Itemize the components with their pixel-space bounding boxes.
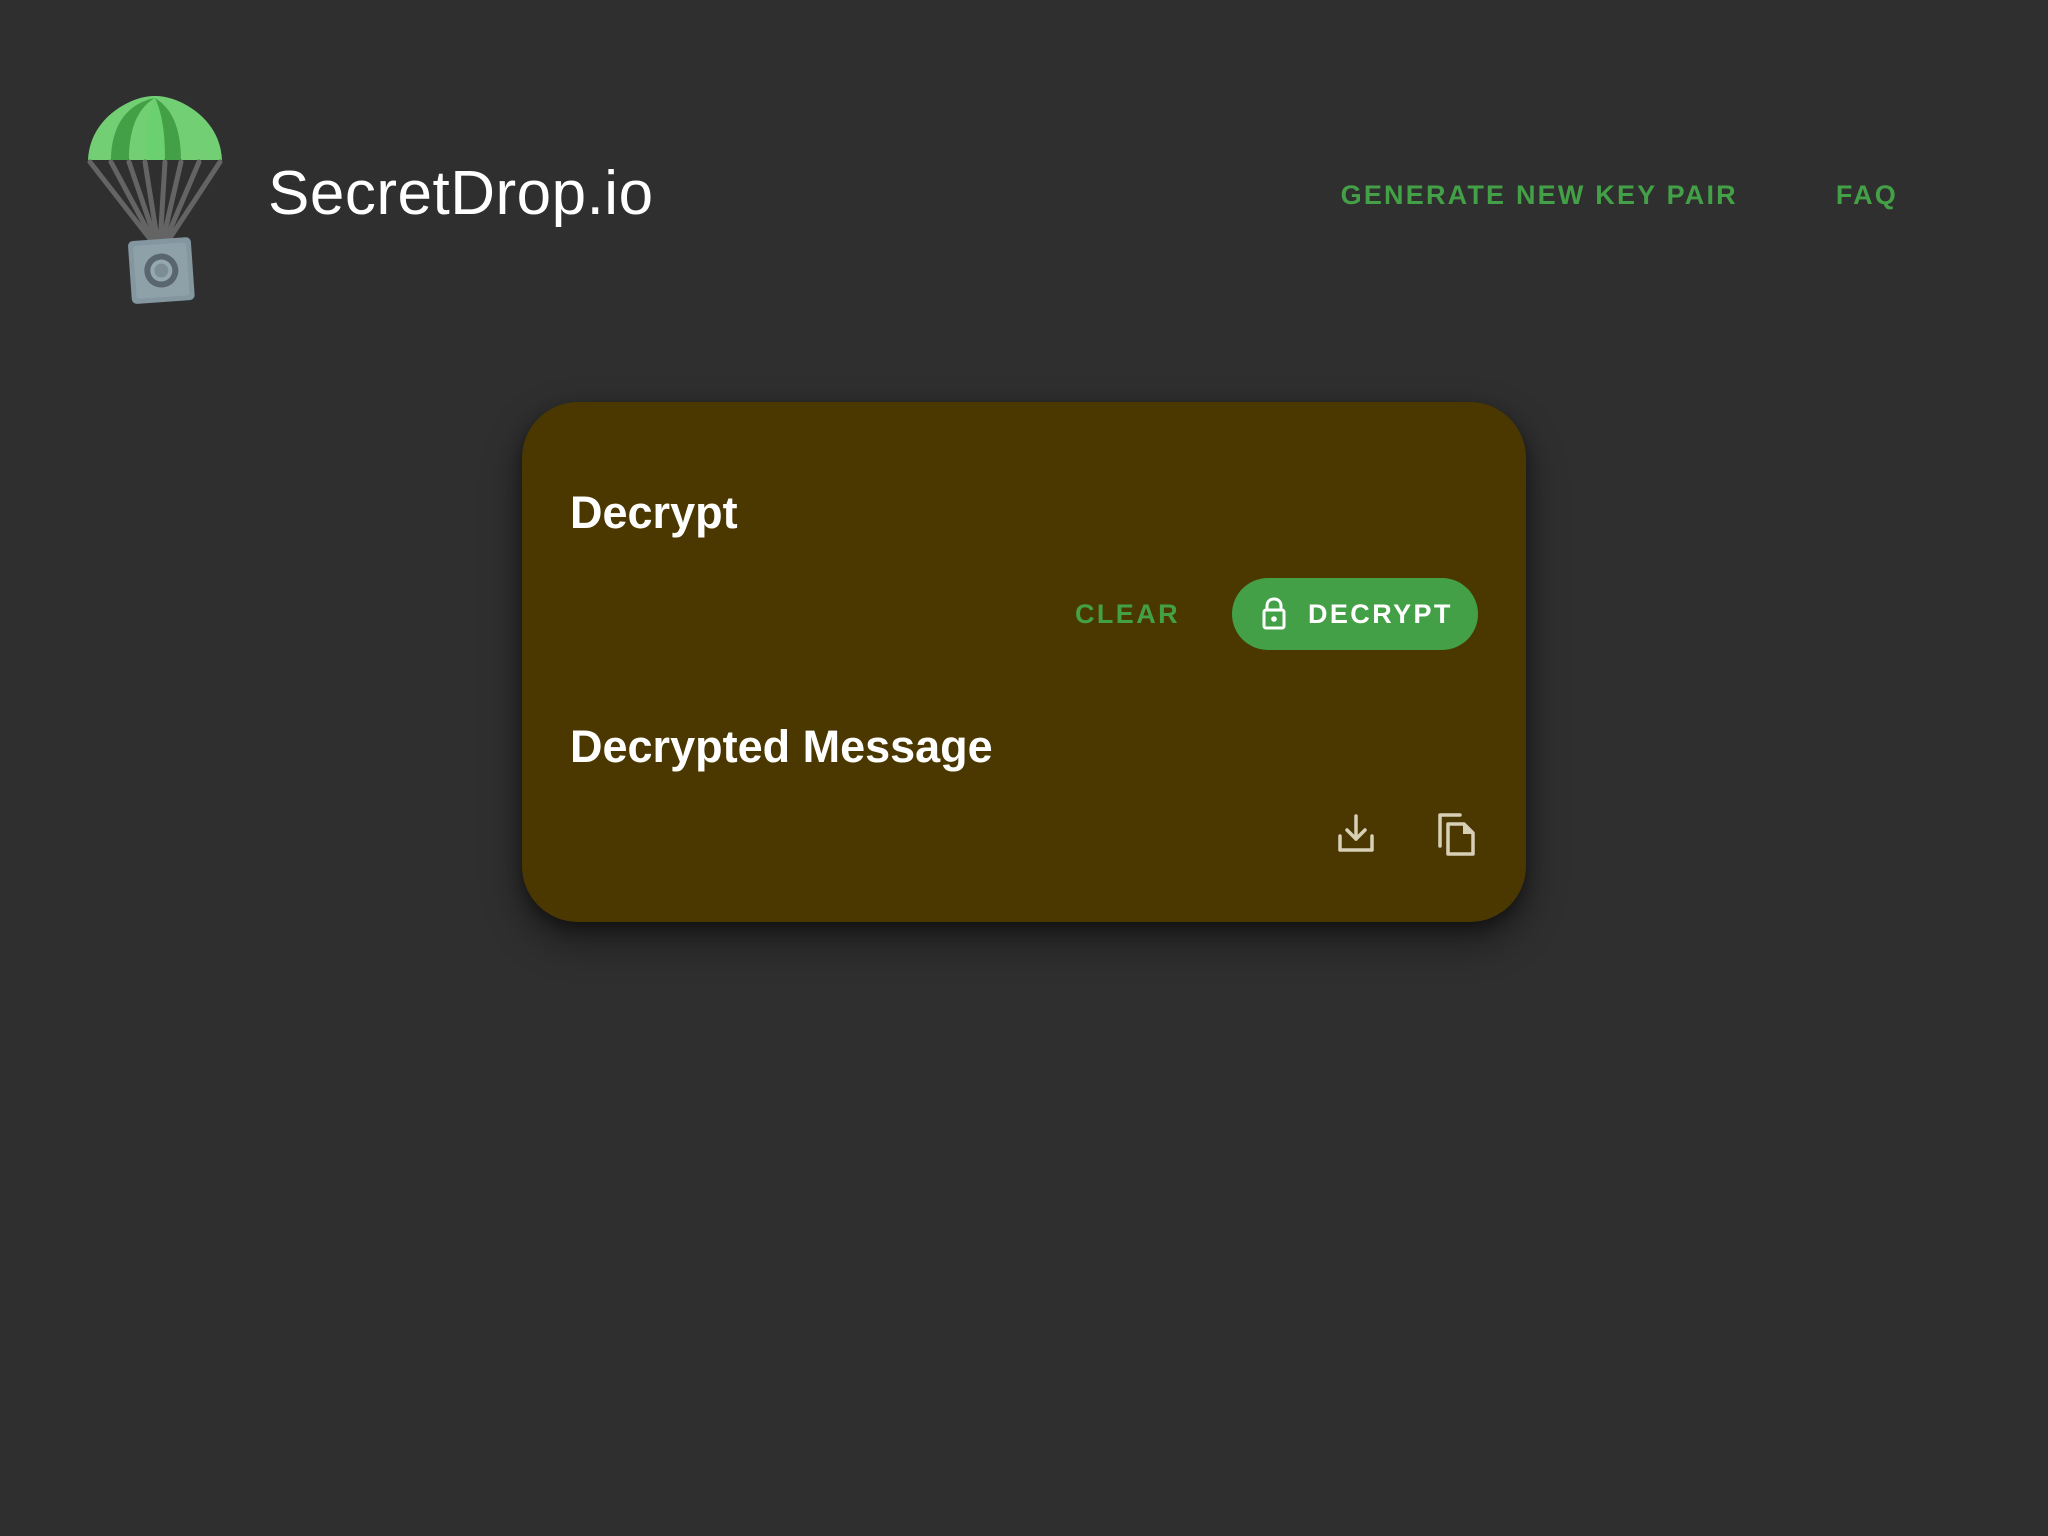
decrypt-actions: CLEAR DECRYPT xyxy=(1075,578,1478,650)
decrypt-section-title: Decrypt xyxy=(570,487,738,539)
lock-icon xyxy=(1262,597,1286,630)
app-header: SecretDrop.io GENERATE NEW KEY PAIR FAQ xyxy=(0,0,2048,320)
faq-link[interactable]: FAQ xyxy=(1836,180,1898,211)
top-navigation: GENERATE NEW KEY PAIR FAQ xyxy=(1341,180,1898,211)
copy-icon xyxy=(1438,813,1475,856)
download-icon xyxy=(1338,814,1374,852)
parachute-safe-icon xyxy=(87,95,223,304)
app-title: SecretDrop.io xyxy=(268,158,654,228)
clear-button[interactable]: CLEAR xyxy=(1075,599,1180,630)
decrypt-button-label: DECRYPT xyxy=(1308,598,1453,629)
copy-button[interactable] xyxy=(1432,810,1476,858)
decrypt-card: Decrypt CLEAR DECRYPT Decrypted Message xyxy=(522,402,1526,922)
secretdrop-page: SecretDrop.io GENERATE NEW KEY PAIR FAQ … xyxy=(0,0,2048,1536)
message-actions xyxy=(1334,810,1476,858)
generate-key-pair-link[interactable]: GENERATE NEW KEY PAIR xyxy=(1341,180,1738,211)
decrypted-message-title: Decrypted Message xyxy=(570,721,993,773)
home-logo-link[interactable]: SecretDrop.io xyxy=(80,90,654,312)
download-button[interactable] xyxy=(1334,810,1378,858)
decrypt-button[interactable]: DECRYPT xyxy=(1232,578,1478,650)
